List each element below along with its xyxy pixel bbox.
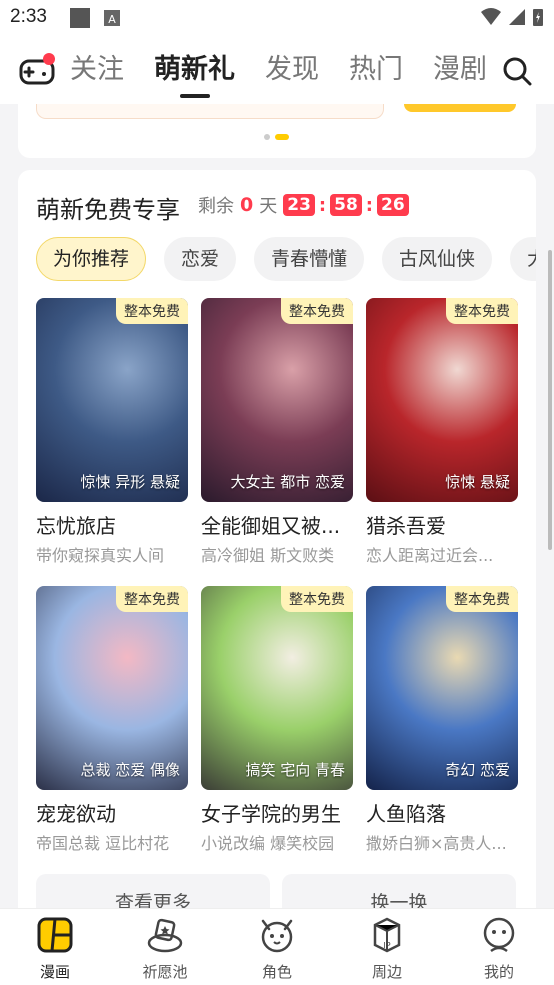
chip-romance[interactable]: 恋爱 (164, 237, 237, 281)
countdown-minutes: 58 (330, 194, 362, 216)
status-right (480, 7, 544, 27)
book-card[interactable]: 整本免费 搞笑 宅向 青春 女子学院的男生 小说改编 爆笑校园 (201, 586, 353, 854)
free-badge: 整本免费 (281, 586, 353, 612)
days-unit: 天 (259, 196, 278, 217)
tab-label: 我的 (483, 963, 514, 981)
countdown: 剩余 0 天 23 : 58 : 26 (198, 192, 409, 218)
search-icon[interactable] (502, 56, 532, 86)
free-badge: 整本免费 (116, 586, 188, 612)
category-chips: 为你推荐 恋爱 青春懵懂 古风仙侠 大 (36, 237, 536, 281)
countdown-days: 0 (240, 194, 254, 216)
nav-tabs: 关注 萌新礼 发现 热门 漫剧 (70, 50, 517, 98)
bottom-tab-bar: 漫画 祈愿池 角色 IP 周边 我的 (0, 908, 554, 985)
battery-icon (533, 9, 543, 26)
book-tags: 总裁 恋爱 偶像 (80, 761, 180, 779)
book-desc: 帝国总裁 逗比村花 (36, 834, 170, 853)
tab-label: 角色 (261, 963, 292, 981)
scrollbar[interactable] (548, 250, 552, 550)
section-title: 萌新免费专享 (36, 196, 180, 224)
book-cover[interactable]: 整本免费 总裁 恋爱 偶像 (36, 586, 188, 790)
tab-label: 漫画 (39, 963, 70, 981)
book-cover[interactable]: 整本免费 搞笑 宅向 青春 (201, 586, 353, 790)
signal-icon (509, 9, 525, 25)
book-title[interactable]: 女子学院的男生 (201, 798, 353, 827)
book-card[interactable]: 整本免费 惊悚 异形 悬疑 忘忧旅店 带你窥探真实人间 (36, 298, 188, 566)
remain-label: 剩余 (198, 196, 234, 217)
notification-icon (70, 8, 90, 28)
book-desc: 小说改编 爆笑校园 (201, 834, 335, 853)
svg-text:A: A (108, 13, 116, 26)
book-tags: 搞笑 宅向 青春 (245, 761, 345, 779)
tab-merch[interactable]: IP 周边 (342, 915, 432, 982)
book-desc: 带你窥探真实人间 (36, 546, 165, 565)
chip-ancient-fantasy[interactable]: 古风仙侠 (382, 237, 493, 281)
book-title[interactable]: 人鱼陷落 (366, 798, 518, 827)
wish-pool-icon (147, 918, 183, 953)
free-badge: 整本免费 (446, 298, 518, 324)
book-tags: 大女主 都市 恋爱 (230, 473, 345, 491)
book-cover[interactable]: 整本免费 惊悚 异形 悬疑 (36, 298, 188, 502)
svg-text:IP: IP (383, 941, 390, 950)
tab-character[interactable]: 角色 (232, 915, 322, 982)
profile-icon (483, 917, 515, 953)
book-cover[interactable]: 整本免费 奇幻 恋爱 (366, 586, 518, 790)
book-card[interactable]: 整本免费 总裁 恋爱 偶像 宠宠欲动 帝国总裁 逗比村花 (36, 586, 188, 854)
status-time: 2:33 (10, 6, 47, 27)
merch-icon: IP (373, 917, 401, 953)
free-badge: 整本免费 (446, 586, 518, 612)
free-badge: 整本免费 (116, 298, 188, 324)
tab-label: 周边 (371, 963, 402, 981)
book-cover[interactable]: 整本免费 大女主 都市 恋爱 (201, 298, 353, 502)
book-title[interactable]: 宠宠欲动 (36, 798, 188, 827)
book-card[interactable]: 整本免费 惊悚 悬疑 猎杀吾爱 恋人距离过近会... (366, 298, 518, 566)
top-navigation: 关注 萌新礼 发现 热门 漫剧 (0, 36, 554, 104)
tab-follow[interactable]: 关注 (70, 50, 124, 90)
chip-youth[interactable]: 青春懵懂 (254, 237, 365, 281)
countdown-hours: 23 (283, 194, 315, 216)
free-section-card: 萌新免费专享 剩余 0 天 23 : 58 : 26 为你推荐 恋爱 青春懵懂 … (18, 170, 536, 920)
countdown-seconds: 26 (376, 194, 409, 216)
book-title[interactable]: 全能御姐又被... (201, 510, 353, 539)
tab-comic[interactable]: 漫画 (10, 915, 100, 982)
wifi-icon (481, 8, 501, 25)
book-title[interactable]: 猎杀吾爱 (366, 510, 518, 539)
carousel-dot-active (275, 134, 289, 140)
tab-comic-drama[interactable]: 漫剧 (433, 50, 487, 90)
carousel-indicator (264, 134, 289, 140)
banner-card (18, 104, 536, 158)
tab-profile[interactable]: 我的 (454, 915, 544, 982)
character-icon (261, 919, 293, 953)
game-controller-icon[interactable] (18, 52, 56, 90)
tab-wish-pool[interactable]: 祈愿池 (120, 915, 210, 982)
status-bar: 2:33 A (0, 0, 554, 36)
book-tags: 奇幻 恋爱 (445, 761, 510, 779)
colon: : (318, 194, 327, 216)
carousel-dot (264, 134, 270, 140)
free-badge: 整本免费 (281, 298, 353, 324)
comic-icon (37, 917, 73, 953)
tab-discover[interactable]: 发现 (265, 50, 319, 90)
book-desc: 高冷御姐 斯文败类 (201, 546, 335, 565)
book-card[interactable]: 整本免费 大女主 都市 恋爱 全能御姐又被... 高冷御姐 斯文败类 (201, 298, 353, 566)
tab-newbie-gift[interactable]: 萌新礼 (154, 50, 235, 98)
chip-more[interactable]: 大 (510, 237, 536, 281)
book-tags: 惊悚 悬疑 (445, 473, 510, 491)
banner-strip[interactable] (36, 104, 384, 119)
book-tags: 惊悚 异形 悬疑 (80, 473, 180, 491)
colon: : (365, 194, 373, 216)
book-cover[interactable]: 整本免费 惊悚 悬疑 (366, 298, 518, 502)
book-desc: 撒娇白狮×高贵人... (366, 834, 507, 853)
book-title[interactable]: 忘忧旅店 (36, 510, 188, 539)
banner-action-button[interactable] (404, 104, 516, 112)
app-notification-icon: A (104, 10, 120, 26)
book-card[interactable]: 整本免费 奇幻 恋爱 人鱼陷落 撒娇白狮×高贵人... (366, 586, 518, 854)
tab-label: 祈愿池 (142, 963, 188, 981)
book-desc: 恋人距离过近会... (366, 546, 494, 565)
chip-recommended[interactable]: 为你推荐 (36, 237, 147, 281)
tab-hot[interactable]: 热门 (349, 50, 403, 90)
